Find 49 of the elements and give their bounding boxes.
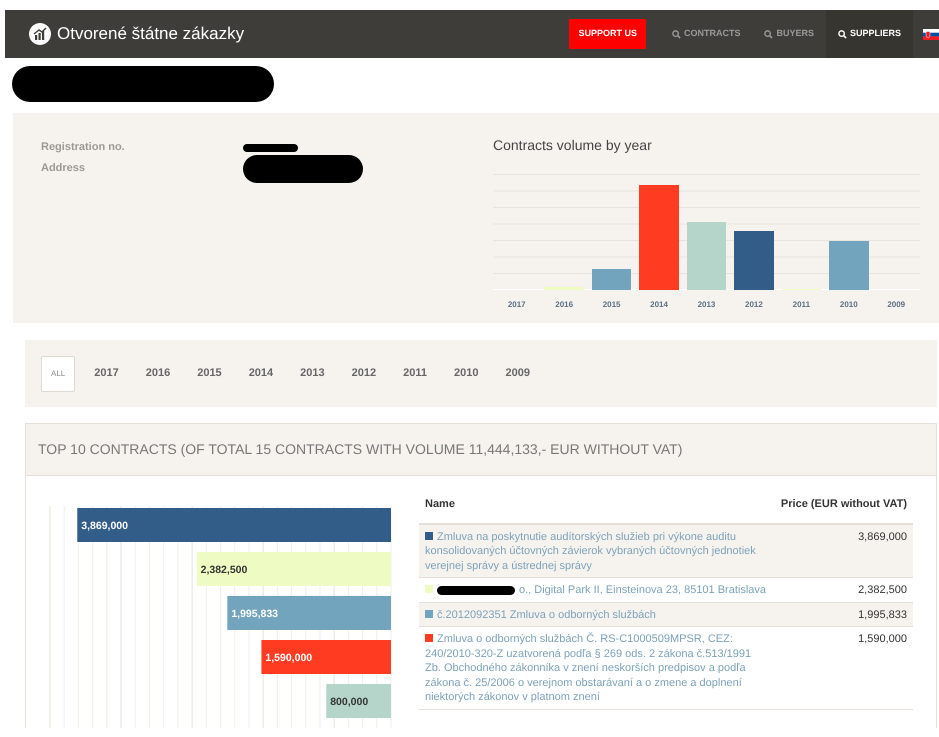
year-filter-button[interactable]: 2016 [138, 356, 178, 391]
year-filter-button[interactable]: 2015 [189, 356, 230, 391]
axis-label: 2015 [602, 300, 620, 309]
price-text: 1,590,000 [858, 633, 907, 645]
year-filter-button[interactable]: 2012 [344, 356, 384, 391]
chart-title: Contracts volume by year [493, 136, 653, 155]
axis-label: 2009 [887, 300, 906, 309]
flag-icon[interactable] [923, 28, 939, 40]
year-filter-button[interactable]: 2013 [292, 356, 333, 391]
field-label: Registration no. [41, 140, 126, 156]
axis-label: 2010 [840, 300, 858, 309]
nav-link[interactable]: CONTRACTS [660, 10, 752, 58]
axis-label: 2012 [745, 300, 763, 309]
section-title: TOP 10 CONTRACTS (OF TOTAL 15 CONTRACTS WITH VOLUME 11,444,133,- EUR WITHOUT VAT) [26, 424, 936, 476]
axis-label: 2016 [555, 300, 574, 309]
year-filter-button[interactable]: 2009 [498, 356, 538, 391]
field-label: Address [41, 161, 86, 176]
axis-label: 2014 [650, 300, 668, 309]
chart-bar [734, 231, 774, 290]
year-filter-button[interactable]: ALL [41, 356, 76, 392]
year-filter-button[interactable]: 2010 [446, 356, 486, 391]
search-icon [838, 30, 847, 38]
contract-link[interactable]: Zmluva o odborných službách Č. RS-C1000509MPSR, CEZ: 240/2010-320-Z uzatvorená podľa § 269 ods. 2 zákona č.513/1991 Zb. Obchodného zákonníka v znení neskorších predpisov a podľa zákona č. 25/2006 o verejnom obstarávaní a o zmene a doplnení niektorých zákonov v platnom znení [425, 632, 769, 704]
year-filter-button[interactable]: 2011 [395, 356, 436, 391]
bar-value-label: 1,995,833 [231, 608, 278, 620]
price-text: 1,995,833 [858, 608, 907, 620]
site-title[interactable]: Otvorené štátne zákazky [57, 21, 244, 47]
bar-value-label: 1,590,000 [265, 652, 312, 664]
support-button[interactable]: SUPPORT US [569, 19, 646, 49]
price-text: 3,869,000 [858, 530, 907, 542]
chart-bar [829, 240, 868, 290]
nav-link[interactable]: BUYERS [752, 10, 826, 58]
contract-link[interactable]: o., Digital Park II, Einsteinova 23, 85101 Bratislava [425, 583, 769, 598]
axis-label: 2017 [508, 300, 526, 309]
nav-link[interactable]: SUPPLIERS [826, 10, 913, 58]
bar-value-label: 2,382,500 [200, 564, 248, 576]
search-icon [764, 30, 774, 38]
year-filter-button[interactable]: 2014 [240, 356, 282, 391]
logo-icon [29, 23, 51, 45]
bar-value-label: 800,000 [330, 696, 368, 708]
search-icon [672, 30, 681, 38]
chart-bar [592, 269, 632, 290]
chart-bar [686, 222, 726, 290]
price-text: 2,382,500 [858, 584, 907, 596]
year-filter-button[interactable]: 2017 [86, 356, 127, 391]
axis-label: 2013 [698, 300, 716, 309]
axis-label: 2011 [792, 300, 810, 309]
chart-bar [544, 286, 584, 290]
bar-value-label: 3,869,000 [81, 520, 128, 532]
